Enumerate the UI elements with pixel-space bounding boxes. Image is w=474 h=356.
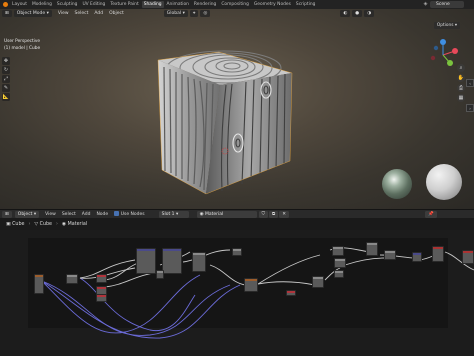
math-node[interactable] [232, 248, 242, 256]
ne-menu-node[interactable]: Node [96, 212, 108, 217]
mix-node[interactable] [334, 270, 344, 278]
x-axis-handle[interactable] [452, 48, 458, 54]
transform-orientation-dropdown[interactable]: Global ▾ [163, 10, 188, 17]
math-node[interactable] [192, 252, 206, 272]
workspace-tab-animation[interactable]: Animation [165, 1, 191, 8]
color-ramp-node[interactable] [312, 276, 324, 288]
mix-node[interactable] [332, 246, 344, 256]
menu-add[interactable]: Add [94, 11, 103, 16]
value-node[interactable] [286, 290, 296, 296]
chevron-right-icon: › [28, 221, 31, 227]
unlink-icon[interactable]: ✕ [279, 210, 289, 218]
scene-icon: ◈ [423, 1, 428, 7]
material-output-node[interactable] [462, 250, 474, 264]
breadcrumb-mesh[interactable]: Cube [40, 222, 52, 227]
breadcrumb-material[interactable]: Material [68, 222, 88, 227]
toolbar: ✥ ↻ ⤢ ✎ 📐 [2, 57, 10, 102]
mix-node[interactable] [334, 258, 346, 268]
ne-menu-view[interactable]: View [45, 212, 56, 217]
ne-menu-add[interactable]: Add [82, 212, 91, 217]
snap-icon[interactable]: ⌖ [189, 10, 199, 17]
scale-icon[interactable]: ⤢ [2, 75, 10, 83]
node-editor-type-button[interactable]: ⊞ [2, 210, 12, 218]
move-icon[interactable]: ✥ [2, 57, 10, 65]
pin-icon[interactable]: 📌 [425, 210, 437, 218]
workspace-tabs: Layout Modeling Sculpting UV Editing Texture… [10, 1, 318, 8]
node-editor-header: ⊞ Object ▾ View Select Add Node Use Node… [0, 209, 474, 218]
material-selector[interactable]: ◉ Material [196, 210, 257, 218]
chevron-right-icon: › [55, 221, 58, 227]
vector-math-node[interactable] [162, 248, 182, 274]
editor-type-button[interactable]: ⊞ [2, 10, 12, 17]
breadcrumb: ▣ Cube › ▽ Cube › ◉ Material [0, 218, 474, 230]
breadcrumb-object[interactable]: Cube [12, 222, 24, 227]
workspace-tab-modeling[interactable]: Modeling [30, 1, 54, 8]
grid-icon[interactable]: ▦ [457, 94, 465, 102]
menu-object[interactable]: Object [109, 11, 124, 16]
workspace-tab-compositing[interactable]: Compositing [219, 1, 251, 8]
value-node[interactable] [96, 294, 107, 302]
texture-coordinate-node[interactable] [34, 274, 44, 294]
vector-math-node[interactable] [136, 248, 156, 274]
reroute-node[interactable] [156, 270, 164, 279]
mapping-node[interactable] [66, 274, 78, 284]
blender-logo-icon[interactable] [0, 0, 10, 9]
scene-selector[interactable]: Scene [430, 1, 464, 8]
node-canvas[interactable] [0, 230, 474, 356]
menu-select[interactable]: Select [75, 11, 89, 16]
checkbox-icon [114, 211, 120, 216]
3d-viewport[interactable]: ⊞ Object Mode ▾ View Select Add Object G… [0, 9, 474, 209]
ne-menu-select[interactable]: Select [62, 212, 76, 217]
rotate-icon[interactable]: ↻ [2, 66, 10, 74]
zoom-icon[interactable]: ⌕ [457, 64, 465, 72]
use-nodes-checkbox[interactable]: Use Nodes [114, 211, 145, 217]
perspective-label: User Perspective [4, 39, 41, 44]
viewport-header: ⊞ Object Mode ▾ View Select Add Object G… [0, 9, 474, 18]
annotate-icon[interactable]: ✎ [2, 84, 10, 92]
workspace-tab-sculpting[interactable]: Sculpting [55, 1, 80, 8]
fake-user-icon[interactable]: ⛉ [258, 210, 268, 218]
workspace-tab-geometry-nodes[interactable]: Geometry Nodes [252, 1, 293, 8]
cube-object[interactable] [150, 47, 300, 197]
diffuse-preview-sphere [426, 164, 462, 200]
proportional-edit-icon[interactable]: ◎ [200, 10, 211, 17]
sidebar-toggle[interactable]: ‹ [466, 79, 474, 87]
workspace-tab-scripting[interactable]: Scripting [294, 1, 318, 8]
shading-solid-icon[interactable]: ● [352, 10, 363, 17]
workspace-tab-layout[interactable]: Layout [10, 1, 29, 8]
workspace-tab-rendering[interactable]: Rendering [192, 1, 218, 8]
duplicate-icon[interactable]: ⧉ [269, 210, 279, 218]
y-axis-handle[interactable] [447, 60, 453, 66]
noise-texture-node[interactable] [244, 278, 258, 292]
z-axis-handle[interactable] [440, 39, 446, 45]
hdri-preview-sphere [382, 169, 412, 199]
bump-node[interactable] [366, 242, 378, 256]
measure-icon[interactable]: 📐 [2, 93, 10, 101]
pan-icon[interactable]: ✋ [457, 74, 465, 82]
value-node[interactable] [96, 274, 107, 283]
shading-material-icon[interactable]: ◑ [364, 10, 375, 17]
slot-dropdown[interactable]: Slot 1 ▾ [158, 210, 189, 218]
color-ramp-node[interactable] [384, 250, 396, 260]
principled-bsdf-node[interactable] [432, 246, 444, 262]
overlay-icon[interactable]: ◐ [340, 10, 351, 17]
workspace-tab-texture-paint[interactable]: Texture Paint [108, 1, 140, 8]
camera-icon[interactable]: ⎙ [457, 84, 465, 92]
menu-view[interactable]: View [58, 11, 69, 16]
sidebar-tab[interactable]: › [466, 104, 474, 112]
workspace-tab-shading[interactable]: Shading [141, 1, 164, 8]
workspace-bar: Layout Modeling Sculpting UV Editing Texture… [0, 0, 474, 9]
object-label: (1) model | Cube [4, 46, 41, 51]
options-dropdown[interactable]: Options ▾ [433, 22, 460, 29]
shader-type-dropdown[interactable]: Object ▾ [14, 210, 40, 218]
normal-map-node[interactable] [412, 252, 422, 262]
workspace-tab-uv-editing[interactable]: UV Editing [80, 1, 107, 8]
object-mode-dropdown[interactable]: Object Mode ▾ [13, 10, 52, 17]
